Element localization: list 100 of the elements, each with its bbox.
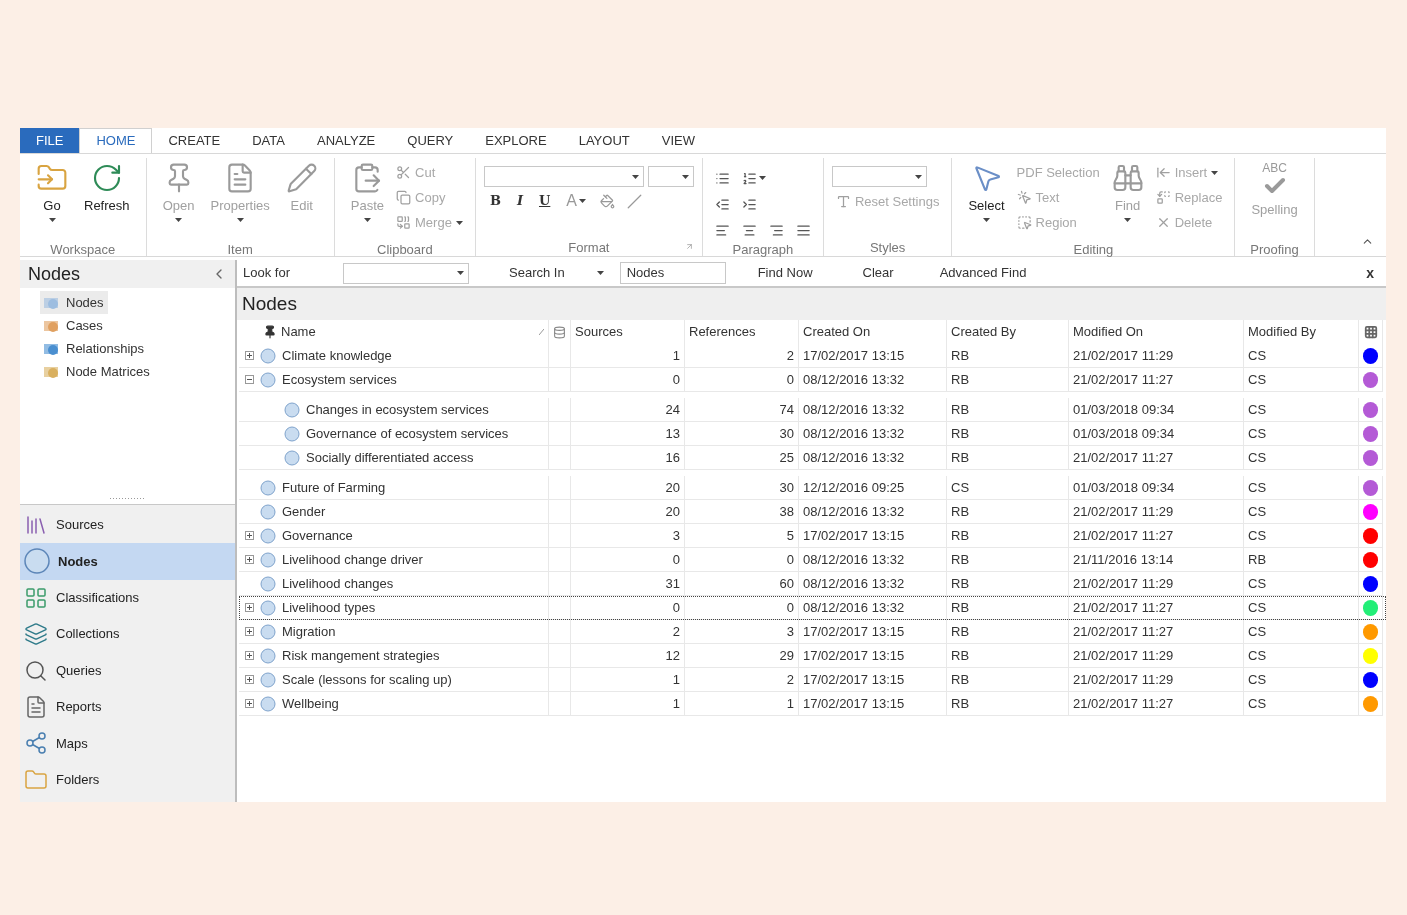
nav-button[interactable]: Reports [20, 688, 235, 726]
table-cell-text: CS [1248, 670, 1267, 689]
nav-button[interactable]: Nodes [20, 543, 235, 580]
table-row[interactable]: Risk mangement strategies 12 29 17/02/2017 13:15 RB 21/02/2017 11:29 CS [239, 644, 1386, 668]
table-row[interactable]: Livelihood types 0 0 08/12/2016 13:32 RB 21/02/2017 11:27 CS [239, 596, 1386, 620]
nav-button[interactable]: Queries [20, 652, 235, 689]
ribbon-tab[interactable]: LAYOUT [562, 128, 646, 153]
ribbon-tab[interactable]: DATA [236, 128, 301, 153]
dropdown-field[interactable] [343, 262, 469, 284]
expand-icon[interactable] [245, 351, 254, 360]
folder-icon [24, 767, 48, 792]
table-cell-text: 21/02/2017 11:29 [1073, 346, 1174, 365]
table-cell-text: CS [1248, 502, 1267, 521]
table-row[interactable]: Livelihood changes 31 60 08/12/2016 13:32 RB 21/02/2017 11:29 CS [239, 572, 1386, 596]
find-bar-button[interactable]: Clear [862, 263, 894, 283]
group-label: Workspace [50, 241, 116, 258]
dropdown-field[interactable] [831, 166, 927, 187]
expand-icon[interactable] [245, 531, 254, 540]
column-header[interactable]: Modified By [1248, 322, 1316, 342]
splitter-grip-icon[interactable] [109, 496, 146, 500]
table-cell-text: CS [1248, 400, 1267, 419]
nav-button[interactable]: Classifications [20, 579, 235, 617]
column-header[interactable]: Modified On [1073, 322, 1144, 342]
column-header[interactable]: Created On [803, 322, 871, 342]
find-bar-button[interactable]: Advanced Find [939, 263, 1027, 283]
nav-button[interactable]: Folders [20, 761, 235, 798]
table-cell-text: 21/02/2017 11:29 [1073, 574, 1174, 593]
table-cell-text: 01/03/2018 09:34 [1073, 478, 1175, 497]
table-row[interactable]: Migration 2 3 17/02/2017 13:15 RB 21/02/2017 11:27 CS [239, 620, 1386, 644]
table-row[interactable]: Socially differentiated access 16 25 08/12/2016 13:32 RB 21/02/2017 11:27 CS [239, 446, 1386, 470]
caret-icon [579, 199, 586, 203]
column-header[interactable]: Name [281, 322, 316, 342]
collapse-icon[interactable] [245, 375, 254, 384]
table-row[interactable]: Future of Farming 20 30 12/12/2016 09:25 CS 01/03/2018 09:34 CS [239, 476, 1386, 500]
ribbon-tab[interactable]: ANALYZE [301, 128, 392, 153]
table-cell-text: 2 [672, 622, 680, 641]
nav-button[interactable]: Maps [20, 725, 235, 762]
table-row[interactable]: Ecosystem services 0 0 08/12/2016 13:32 RB 21/02/2017 11:27 CS [239, 368, 1386, 392]
table-cell-text: 08/12/2016 13:32 [803, 400, 905, 419]
ribbon-button[interactable]: Select [960, 158, 1013, 240]
pin-icon [263, 325, 277, 339]
paint-bucket-icon [600, 193, 615, 209]
ribbon-button[interactable]: Go [28, 158, 76, 240]
close-button[interactable]: x [1366, 262, 1374, 284]
caret-icon [596, 271, 604, 275]
find-bar-button[interactable]: Find Now [757, 263, 813, 283]
format-button[interactable]: I [510, 189, 529, 213]
tree-item[interactable]: Relationships [40, 337, 149, 360]
column-header[interactable]: Sources [575, 322, 623, 342]
ribbon-tab[interactable]: CREATE [152, 128, 237, 153]
ribbon-tab[interactable]: FILE [20, 128, 80, 153]
node-icon [260, 503, 276, 520]
table-row[interactable]: Changes in ecosystem services 24 74 08/12/2016 13:32 RB 01/03/2018 09:34 CS [239, 398, 1386, 422]
ribbon-button[interactable]: Refresh [76, 158, 138, 240]
table-cell-text: 17/02/2017 13:15 [803, 526, 905, 545]
tree-item[interactable]: Nodes [40, 291, 108, 314]
node-icon [260, 695, 276, 712]
dropdown-field[interactable] [647, 166, 694, 187]
ribbon-tab[interactable]: HOME [79, 128, 153, 153]
format-button[interactable]: B [483, 189, 507, 213]
ribbon-tab[interactable]: EXPLORE [469, 128, 563, 153]
expand-icon[interactable] [245, 603, 254, 612]
table-cell-text: 08/12/2016 13:32 [803, 502, 905, 521]
expand-icon[interactable] [245, 675, 254, 684]
table-row[interactable]: Scale (lessons for scaling up) 1 2 17/02/2017 13:15 RB 21/02/2017 11:29 CS [239, 668, 1386, 692]
table-cell-text: RB [951, 550, 970, 569]
expand-icon[interactable] [245, 699, 254, 708]
ribbon-tab[interactable]: VIEW [645, 128, 711, 153]
table-row[interactable]: Climate knowledge 1 2 17/02/2017 13:15 RB 21/02/2017 11:29 CS [239, 344, 1386, 368]
table-row[interactable]: Gender 20 38 08/12/2016 13:32 RB 21/02/2017 11:29 CS [239, 500, 1386, 524]
column-header[interactable]: Created By [951, 322, 1017, 342]
expand-icon[interactable] [245, 627, 254, 636]
launcher-icon[interactable] [684, 242, 694, 251]
table-cell-text: 08/12/2016 13:32 [803, 574, 905, 593]
table-row[interactable]: Livelihood change driver 0 0 08/12/2016 13:32 RB 21/11/2016 13:14 RB [239, 548, 1386, 572]
grid-icon [1363, 325, 1378, 339]
caret-icon [631, 174, 639, 179]
nav-button[interactable]: Collections [20, 616, 235, 653]
expand-icon[interactable] [245, 555, 254, 564]
nav-button[interactable]: Sources [20, 506, 235, 544]
column-header[interactable]: References [689, 322, 756, 342]
table-cell-text: 30 [779, 478, 794, 497]
table-cell-text: 12 [665, 646, 680, 665]
table-row[interactable]: Governance of ecosystem services 13 30 08/12/2016 13:32 RB 01/03/2018 09:34 CS [239, 422, 1386, 446]
database-icon [553, 324, 566, 340]
table-cell-text: RB [951, 400, 970, 419]
group-label: Styles [869, 239, 906, 256]
tree-item[interactable]: Cases [40, 314, 107, 337]
table-cell-text: 1 [786, 694, 794, 713]
format-button[interactable]: U [533, 189, 557, 213]
ribbon-tab[interactable]: QUERY [391, 128, 470, 153]
node-icon [260, 551, 276, 568]
search-in-field[interactable]: Nodes [619, 262, 726, 284]
table-row[interactable]: Wellbeing 1 1 17/02/2017 13:15 RB 21/02/2017 11:27 CS [239, 692, 1386, 716]
look-for-label: Look for [243, 264, 291, 283]
table-row[interactable]: Governance 3 5 17/02/2017 13:15 RB 21/02/2017 11:27 CS [239, 524, 1386, 548]
expand-icon[interactable] [245, 651, 254, 660]
dropdown-field[interactable] [483, 166, 644, 187]
cases-icon [44, 318, 60, 333]
tree-item[interactable]: Node Matrices [40, 360, 154, 383]
